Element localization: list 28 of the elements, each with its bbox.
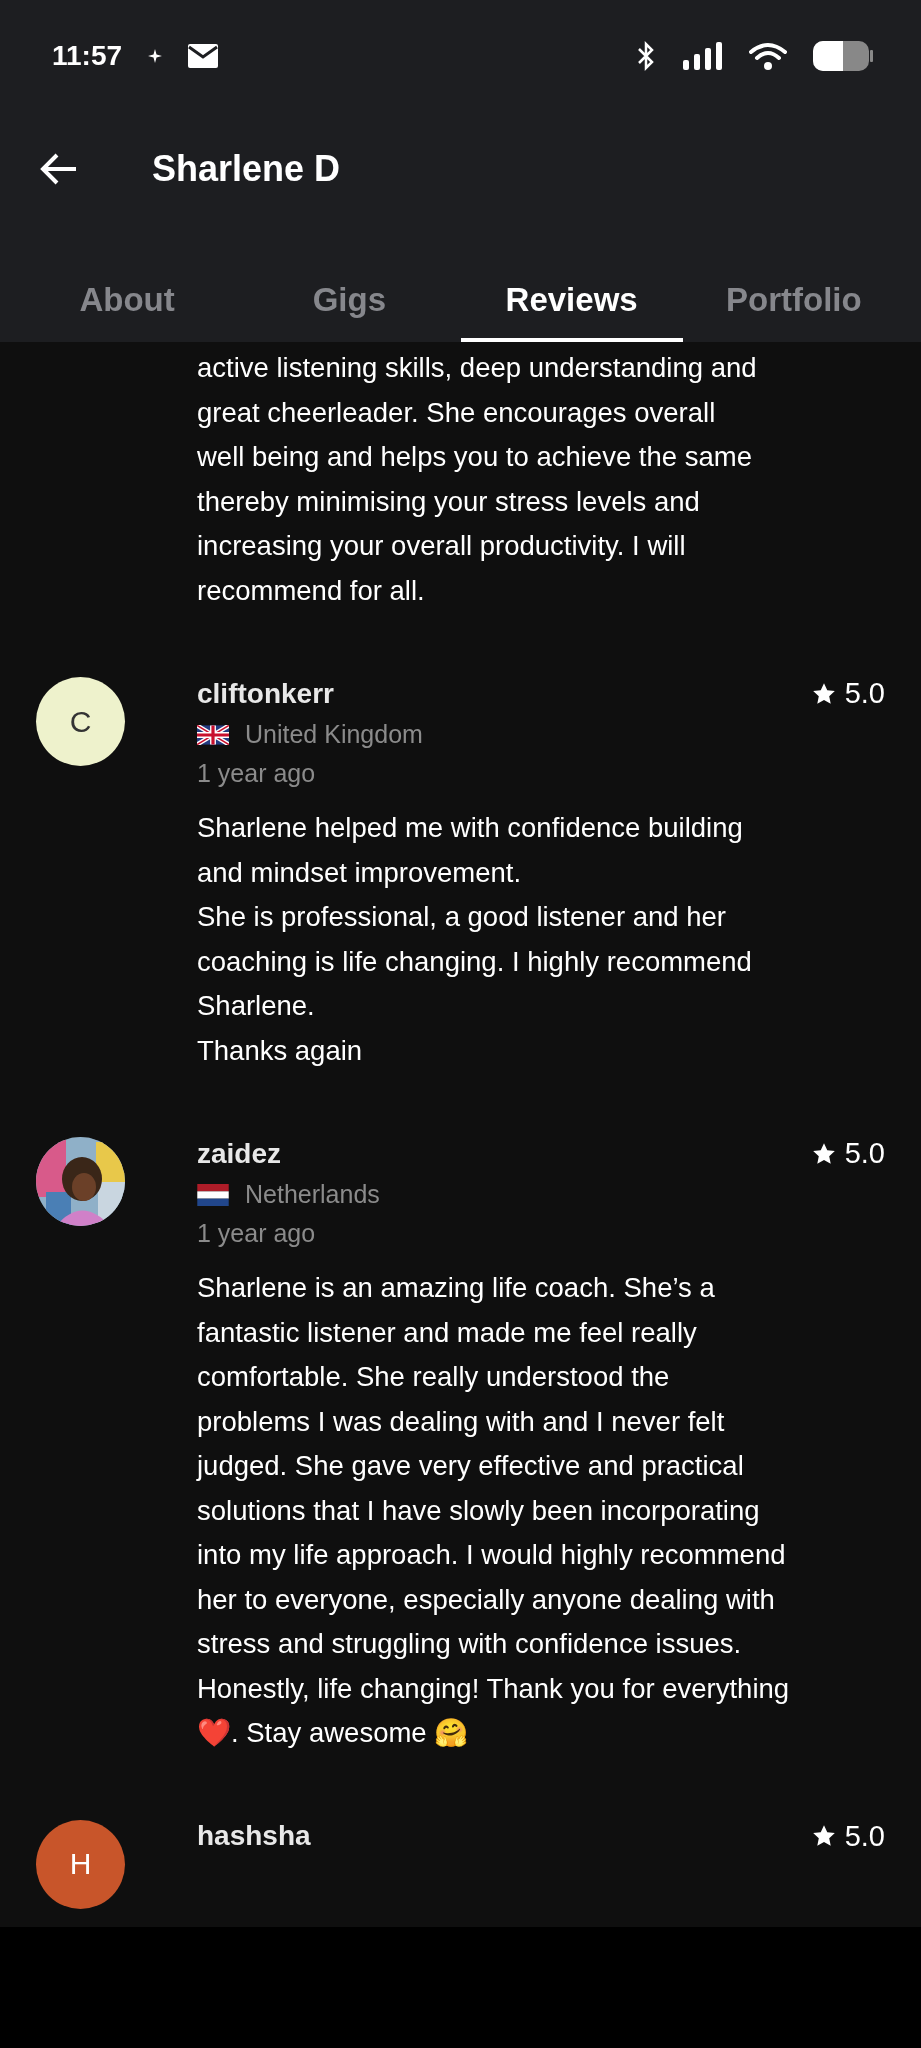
signal-icon — [683, 42, 723, 70]
review-time: 1 year ago — [197, 1219, 317, 1248]
review-time: 1 year ago — [197, 759, 317, 788]
reviewer-name: hashsha — [197, 1820, 311, 1852]
back-arrow-icon[interactable] — [40, 152, 78, 186]
reviewer-name: zaidez — [197, 1137, 282, 1170]
mail-icon — [188, 44, 219, 68]
review-text: Sharlene helped me with confidence building and mindset improvement. She is professional, a good listener and her coaching is life changing. I highly recommend Sharlene. Thanks again — [197, 811, 753, 1068]
rating: 5.0 — [844, 1819, 885, 1853]
status-time: 11:57 — [52, 40, 123, 72]
reviewer-name: cliftonkerr — [197, 677, 334, 710]
tab[interactable]: About — [16, 262, 239, 342]
avatar-letter: C — [69, 704, 92, 739]
flag-icon — [197, 724, 229, 745]
avatar-letter: H — [69, 1847, 92, 1881]
tab[interactable]: Gigs — [238, 262, 461, 342]
rating: 5.0 — [844, 1137, 885, 1170]
country: United Kingdom — [245, 720, 423, 749]
flag-icon — [197, 1183, 229, 1206]
country: Netherlands — [245, 1180, 380, 1209]
wifi-icon — [749, 42, 787, 70]
battery-icon — [813, 41, 873, 71]
review-text: Sharlene is an amazing life coach. She’s a fantastic listener and made me feel really comfortable. She really understood the problems I was dealing with and I never felt judged. She gave very effective and practical solutions that I have slowly been incorporating into my life approach. I would highly recommend her to everyone, especially anyone dealing with stress and struggling with confidence issues. Honestly, life changing! Thank you for everything ❤. Stay awesome 🤗 — [197, 1271, 791, 1750]
review-text: active listening skills, deep understanding and great cheerleader. She encourages overall well being and helps you to achieve the same thereby minimising your stress levels and increasing your overall productivity. I will recommend for all. — [197, 351, 758, 608]
sparkle-icon — [148, 49, 163, 63]
rating: 5.0 — [844, 677, 885, 710]
tab[interactable]: Portfolio — [682, 262, 905, 342]
profile-name: Sharlene D — [152, 148, 341, 190]
